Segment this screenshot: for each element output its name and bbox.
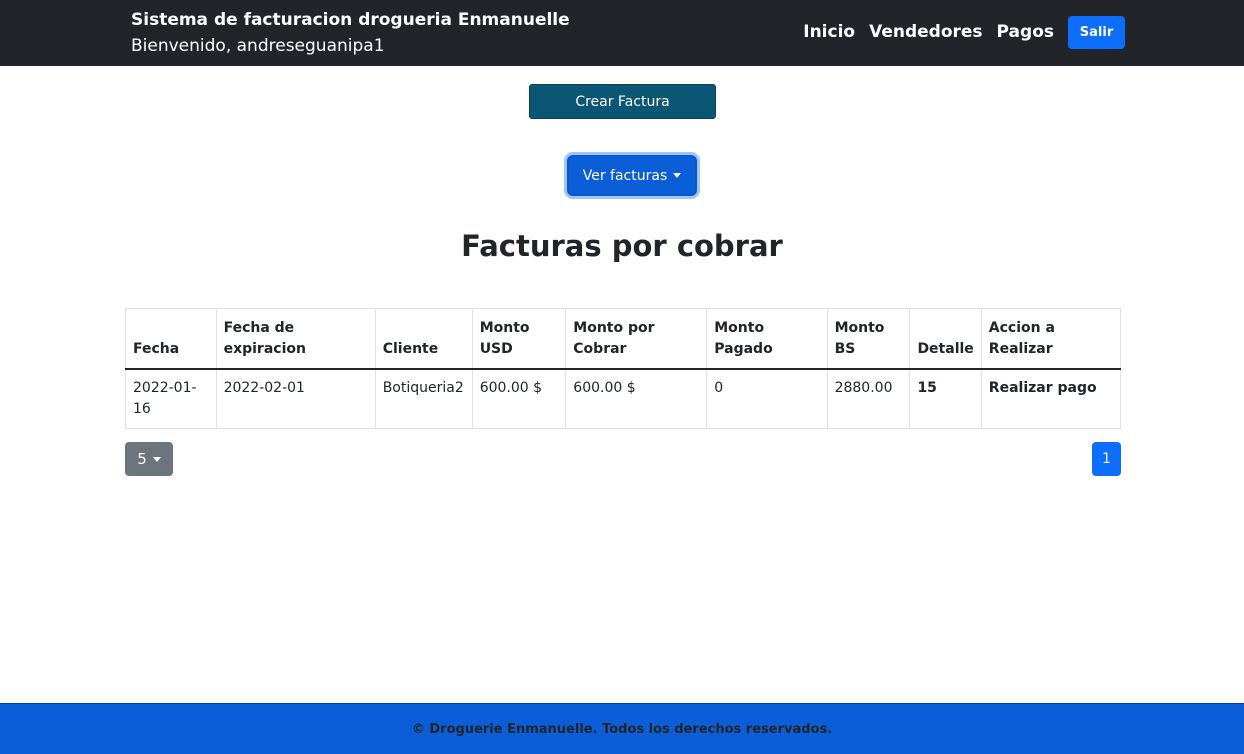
detail-link[interactable]: 15 [909,368,982,429]
app-title: Sistema de facturacion drogueria Enmanue… [131,10,570,30]
nav-link-pagos[interactable]: Pagos [997,15,1054,49]
page-title: Facturas por cobrar [461,229,783,263]
cell-monto-usd: 600.00 $ [471,368,567,429]
welcome-text: Bienvenido, andreseguanipa1 [131,36,385,56]
page-size-dropdown[interactable]: 5 [125,442,173,476]
header-cliente: Cliente [374,308,473,370]
create-invoice-button[interactable]: Crear Factura [529,84,716,119]
cell-monto-por-cobrar: 600.00 $ [565,368,708,429]
caret-down-icon [673,173,682,178]
table-header-row: Fecha Fecha de expiracion Cliente Monto … [125,308,1122,370]
header-detalle: Detalle [909,308,982,370]
cell-monto-pagado: 0 [706,368,828,429]
nav-link-inicio[interactable]: Inicio [803,15,855,49]
header-fecha: Fecha [125,308,217,370]
cell-cliente: Botiqueria2 [374,368,473,429]
cell-fecha-expiracion: 2022-02-01 [215,368,376,429]
cell-monto-bs: 2880.00 [826,368,911,429]
header-monto-usd: Monto USD [471,308,567,370]
logout-button[interactable]: Salir [1068,15,1125,49]
page-size-value: 5 [137,450,147,468]
nav-link-vendedores[interactable]: Vendedores [869,15,982,49]
pagination-page-button[interactable]: 1 [1092,442,1121,476]
table-row: 2022-01-16 2022-02-01 Botiqueria2 600.00… [125,368,1122,429]
header-monto-bs: Monto BS [826,308,911,370]
make-payment-link[interactable]: Realizar pago [980,368,1122,429]
navbar: Sistema de facturacion drogueria Enmanue… [0,0,1244,66]
header-fecha-expiracion: Fecha de expiracion [215,308,376,370]
caret-down-icon [152,456,161,462]
footer: © Droguerie Enmanuelle. Todos los derech… [0,703,1244,754]
header-monto-por-cobrar: Monto por Cobrar [565,308,708,370]
footer-text: © Droguerie Enmanuelle. Todos los derech… [411,721,833,737]
brand: Sistema de facturacion drogueria Enmanue… [131,9,570,58]
header-monto-pagado: Monto Pagado [706,308,828,370]
view-invoices-label: Ver facturas [582,167,668,184]
view-invoices-dropdown[interactable]: Ver facturas [567,155,697,196]
nav-menu: Inicio Vendedores Pagos Salir [803,15,1125,49]
invoices-table: Fecha Fecha de expiracion Cliente Monto … [125,308,1122,429]
cell-fecha: 2022-01-16 [125,368,217,429]
header-accion: Accion a Realizar [980,308,1122,370]
